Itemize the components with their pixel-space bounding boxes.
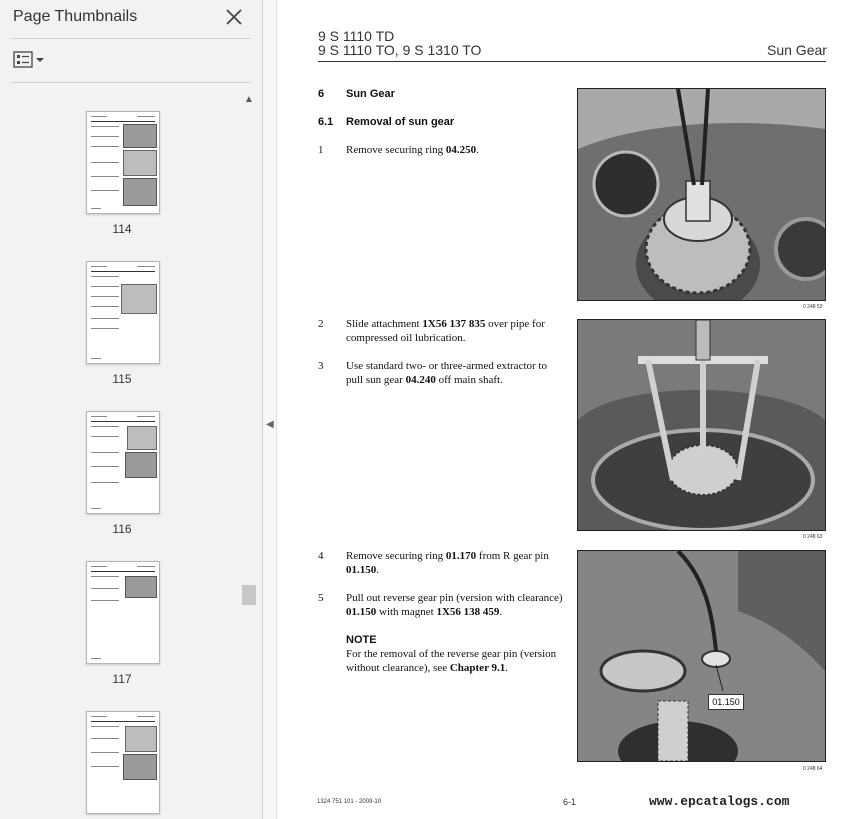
document-page: 9 S 1110 TD 9 S 1110 TO, 9 S 1310 TO Sun… [277, 0, 862, 819]
page-thumbnails-panel: Page Thumbnails 114 115 116 117 ▲ [0, 0, 263, 819]
close-icon[interactable] [223, 6, 245, 28]
page-thumbnail[interactable] [86, 711, 160, 814]
watermark: www.epcatalogs.com [649, 794, 790, 809]
step-text: Remove securing ring 04.250. [346, 144, 479, 156]
scroll-up-icon[interactable]: ▲ [244, 94, 254, 105]
footer-doc-number: 1324 751 101 - 2009-10 [317, 799, 382, 805]
step-text: Slide attachment 1X56 137 835 over pipe … [346, 318, 545, 344]
step-number: 3 [318, 360, 324, 372]
panel-title: Page Thumbnails [13, 8, 138, 25]
step-number: 5 [318, 592, 324, 604]
step-number: 4 [318, 550, 324, 562]
footer-page-number: 6-1 [563, 797, 577, 807]
note-text: For the removal of the reverse gear pin … [346, 648, 557, 674]
page-thumbnail[interactable] [86, 111, 160, 214]
photo-reference: 0 248 63 [803, 534, 823, 540]
divider [11, 38, 251, 39]
thumbnail-scrollbar[interactable]: ▲ [241, 92, 257, 819]
section-number: 6 [318, 88, 325, 100]
photo-reference: 0 248 53 [803, 304, 823, 310]
photo-reverse-gear-pin: 01.150 [577, 550, 826, 762]
page-thumbnail[interactable] [86, 261, 160, 364]
photo-securing-ring [577, 88, 826, 301]
page-number: 117 [112, 672, 132, 686]
collapse-panel-icon[interactable]: ◀ [266, 419, 274, 430]
subsection-title: Removal of sun gear [346, 116, 455, 128]
page-thumbnail[interactable] [86, 411, 160, 514]
options-icon[interactable] [13, 50, 47, 70]
page-number: 115 [112, 372, 132, 386]
note-heading: NOTE [346, 634, 377, 646]
photo-reference: 0 248 64 [803, 766, 823, 772]
scrollbar-thumb[interactable] [242, 585, 256, 605]
page-thumbnail[interactable] [86, 561, 160, 664]
part-callout-label: 01.150 [708, 694, 744, 710]
step-text: Use standard two- or three-armed extract… [346, 360, 547, 386]
step-number: 1 [318, 144, 324, 156]
page-number: 114 [112, 222, 132, 236]
panel-splitter[interactable]: ◀ [263, 0, 277, 819]
step-text: Pull out reverse gear pin (version with … [346, 592, 563, 618]
divider [11, 82, 251, 83]
photo-sun-gear-extractor [577, 319, 826, 531]
subsection-number: 6.1 [318, 116, 334, 128]
step-text: Remove securing ring 01.170 from R gear … [346, 550, 549, 576]
header-model-line2: 9 S 1110 TO, 9 S 1310 TO [318, 42, 482, 58]
header-section-title: Sun Gear [767, 42, 827, 58]
page-number: 116 [112, 522, 132, 536]
section-title: Sun Gear [346, 88, 395, 100]
step-number: 2 [318, 318, 324, 330]
header-rule [318, 61, 826, 62]
